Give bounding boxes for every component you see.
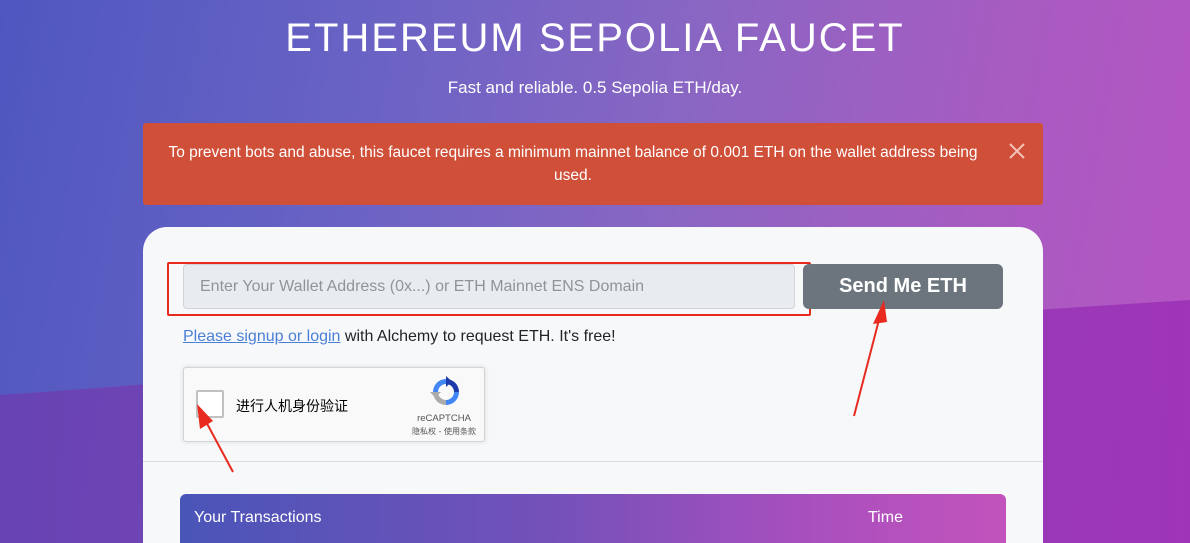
- faucet-card: Send Me ETH Please signup or login with …: [143, 227, 1043, 543]
- alert-message: To prevent bots and abuse, this faucet r…: [168, 144, 978, 184]
- recaptcha-label: 进行人机身份验证: [236, 399, 348, 415]
- column-your-transactions: Your Transactions: [194, 509, 322, 526]
- signup-prompt-text: with Alchemy to request ETH. It's free!: [340, 328, 616, 345]
- minimum-balance-alert: To prevent bots and abuse, this faucet r…: [143, 123, 1043, 205]
- signup-prompt: Please signup or login with Alchemy to r…: [183, 328, 616, 346]
- send-me-eth-button[interactable]: Send Me ETH: [803, 264, 1003, 309]
- section-divider: [143, 461, 1043, 462]
- recaptcha-widget: 进行人机身份验证 reCAPTCHA 隐私权 - 使用条款: [183, 367, 485, 442]
- page-title: ETHEREUM SEPOLIA FAUCET: [285, 16, 905, 60]
- signup-login-link[interactable]: Please signup or login: [183, 328, 340, 345]
- recaptcha-brand: reCAPTCHA: [417, 413, 471, 424]
- wallet-address-input[interactable]: [183, 264, 795, 309]
- close-icon[interactable]: [1007, 141, 1027, 161]
- column-time: Time: [868, 509, 903, 526]
- page-subtitle: Fast and reliable. 0.5 Sepolia ETH/day.: [447, 78, 743, 97]
- transactions-table-header: Your Transactions Time: [180, 494, 1006, 543]
- recaptcha-logo-icon: [430, 376, 459, 405]
- recaptcha-terms-link[interactable]: 隐私权 - 使用条款: [404, 426, 484, 437]
- recaptcha-checkbox[interactable]: [196, 390, 224, 418]
